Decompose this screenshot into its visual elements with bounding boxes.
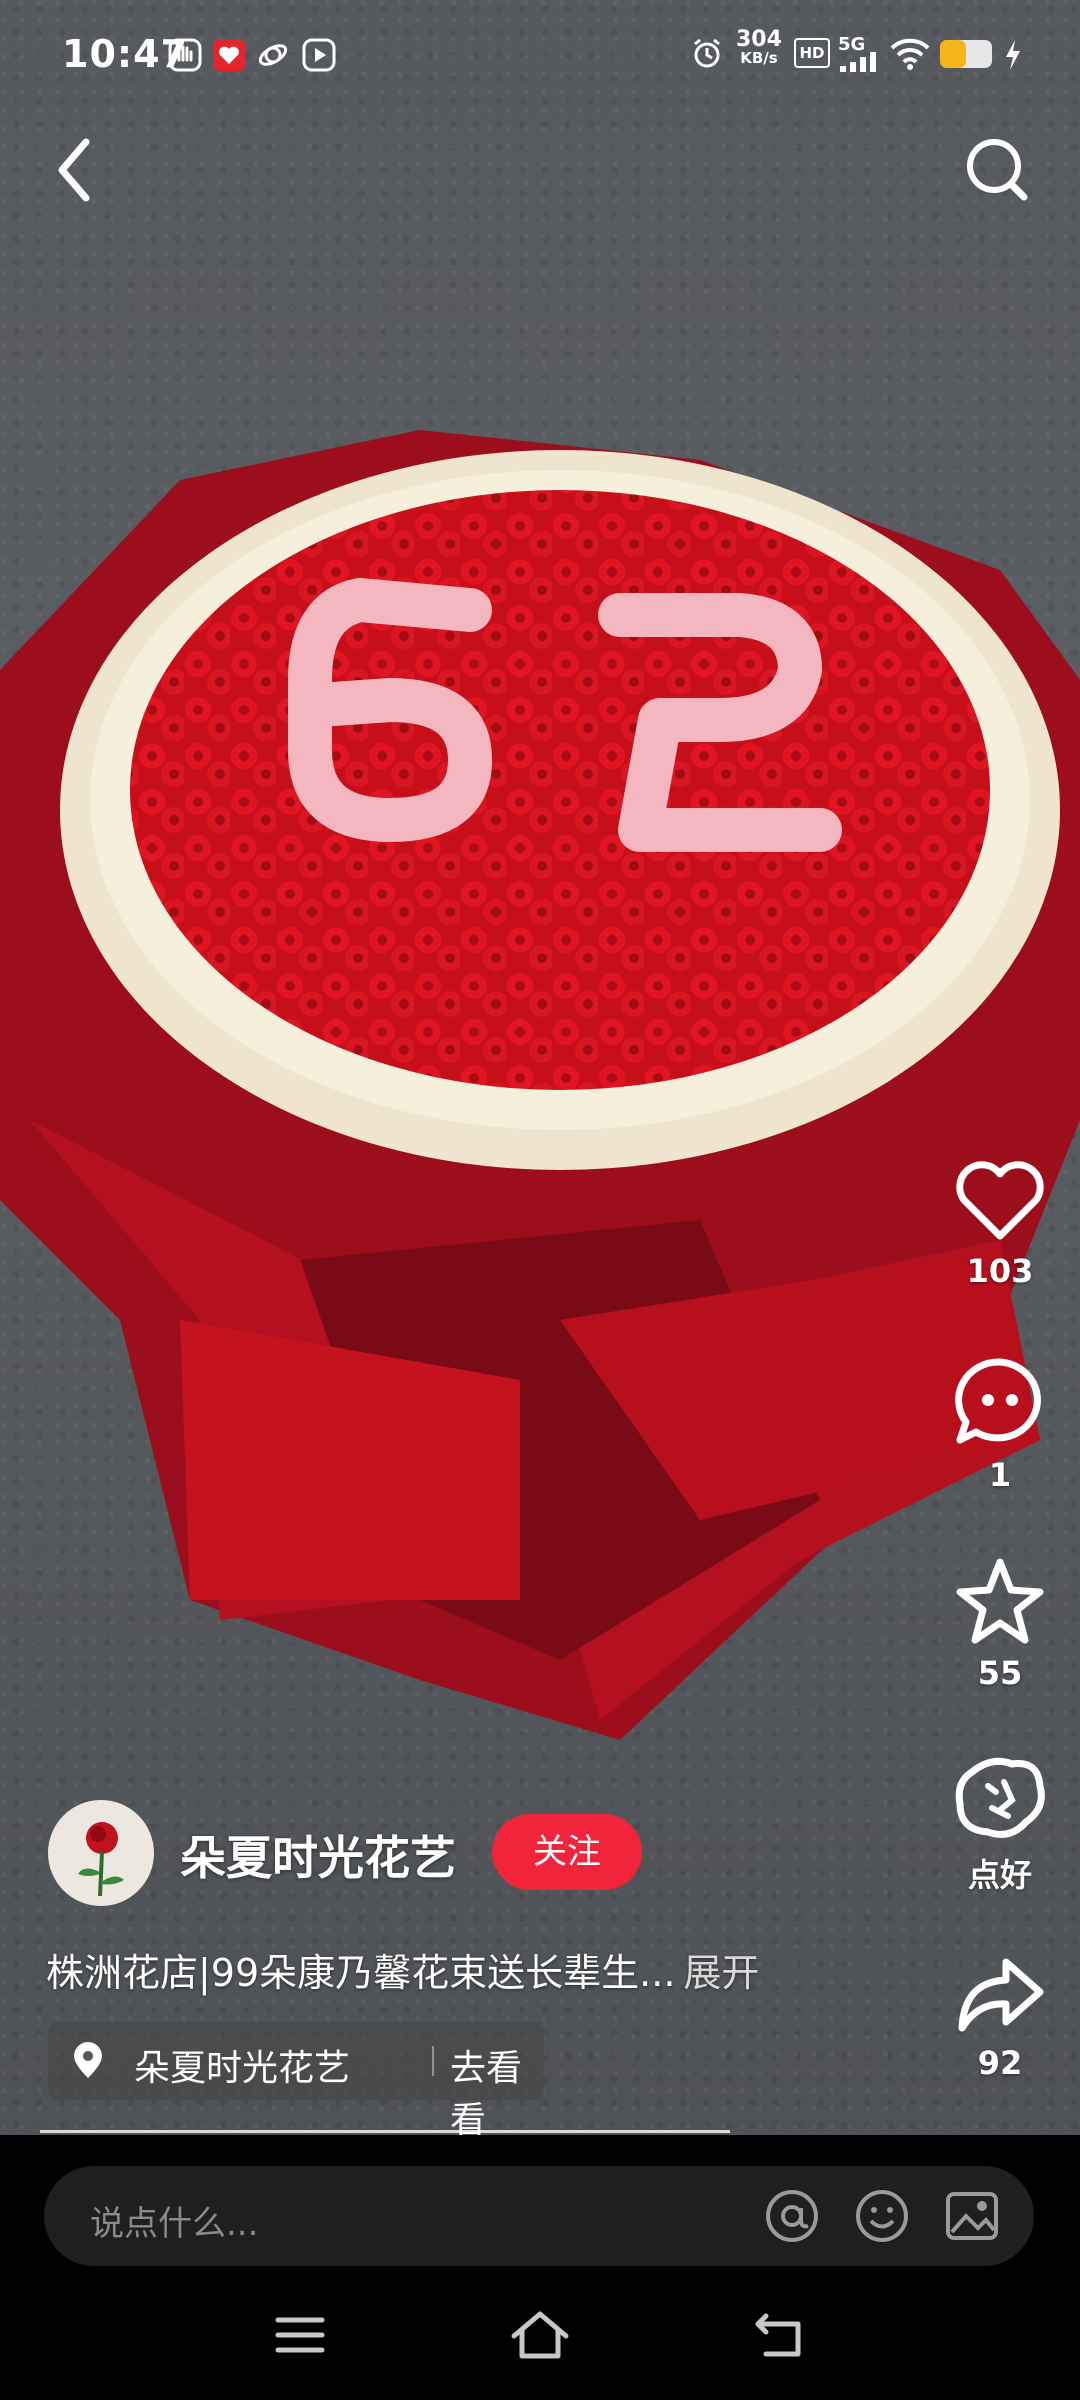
location-divider bbox=[432, 2046, 434, 2076]
like-count: 103 bbox=[966, 1252, 1034, 1290]
description-text: 株洲花店|99朵康乃馨花束送长辈生... bbox=[46, 1951, 676, 1995]
comment-input[interactable]: 说点什么... bbox=[44, 2166, 1034, 2266]
expand-link[interactable]: 展开 bbox=[683, 1951, 759, 1995]
comment-action[interactable]: 1 bbox=[940, 1356, 1060, 1494]
author-name[interactable]: 朵夏时光花艺 bbox=[180, 1822, 456, 1888]
comment-bubble-icon[interactable] bbox=[954, 1356, 1046, 1448]
good-action[interactable]: 点好 bbox=[940, 1752, 1060, 1896]
location-name: 朵夏时光花艺 bbox=[134, 2048, 351, 2089]
mention-icon[interactable] bbox=[764, 2188, 820, 2244]
back-chevron-icon[interactable] bbox=[48, 130, 108, 210]
post-description[interactable]: 株洲花店|99朵康乃馨花束送长辈生... 展开 bbox=[46, 1942, 759, 1997]
status-bar: 10:47 304 KB/s HD 5G bbox=[0, 0, 1080, 110]
heart-icon[interactable] bbox=[954, 1160, 1046, 1244]
video-progress-bar[interactable] bbox=[40, 2130, 730, 2133]
like-action[interactable]: 103 bbox=[940, 1160, 1060, 1290]
favorite-action[interactable]: 55 bbox=[940, 1556, 1060, 1692]
home-nav-icon[interactable] bbox=[500, 2300, 580, 2370]
planet-icon bbox=[258, 44, 288, 66]
search-icon[interactable] bbox=[962, 130, 1032, 210]
share-count: 92 bbox=[977, 2044, 1023, 2082]
hd-badge: HD bbox=[794, 38, 830, 68]
rose-avatar-icon bbox=[78, 1822, 124, 1897]
alarm-icon bbox=[694, 38, 720, 68]
go-see-link[interactable]: 去看看 bbox=[450, 2039, 544, 2143]
back-nav-icon[interactable] bbox=[740, 2300, 820, 2370]
good-badge-icon[interactable] bbox=[952, 1752, 1048, 1842]
image-icon[interactable] bbox=[944, 2188, 1000, 2244]
hand-icon bbox=[168, 38, 202, 72]
menu-nav-icon[interactable] bbox=[260, 2300, 340, 2370]
location-pin-icon bbox=[74, 2042, 102, 2078]
emoji-icon[interactable] bbox=[854, 2188, 910, 2244]
comment-count: 1 bbox=[988, 1456, 1012, 1494]
app-heart-icon bbox=[213, 39, 245, 71]
share-arrow-icon[interactable] bbox=[954, 1952, 1046, 2036]
network-speed: 304 KB/s bbox=[736, 27, 782, 67]
play-icon bbox=[302, 38, 336, 72]
battery-icon bbox=[940, 40, 992, 68]
charging-icon bbox=[1006, 40, 1020, 70]
wifi-icon bbox=[890, 38, 930, 70]
location-chip[interactable]: 朵夏时光花艺 去看看 bbox=[48, 2022, 544, 2141]
share-action[interactable]: 92 bbox=[940, 1952, 1060, 2082]
comment-placeholder: 说点什么... bbox=[90, 2204, 259, 2244]
bouquet-image bbox=[0, 430, 1080, 1740]
favorite-count: 55 bbox=[977, 1654, 1023, 1692]
follow-button[interactable]: 关注 bbox=[492, 1814, 642, 1890]
star-icon[interactable] bbox=[954, 1556, 1046, 1646]
author-avatar[interactable] bbox=[48, 1800, 154, 1906]
good-label: 点好 bbox=[967, 1856, 1032, 1894]
signal-bars-icon bbox=[840, 52, 876, 72]
